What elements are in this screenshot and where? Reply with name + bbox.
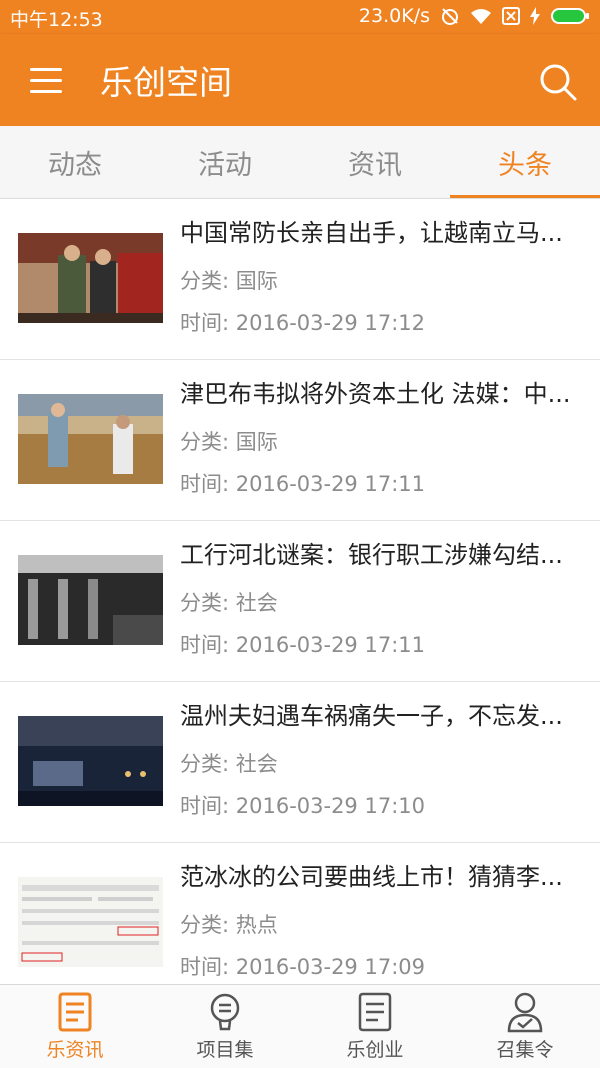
tab-info[interactable]: 资讯: [300, 126, 450, 198]
news-category: 分类: 国际: [180, 430, 278, 454]
news-item[interactable]: 工行河北谜案：银行职工涉嫌勾结... 分类: 社会 时间: 2016-03-29…: [0, 521, 600, 682]
news-time: 时间: 2016-03-29 17:12: [180, 311, 425, 335]
news-item[interactable]: 津巴布韦拟将外资本土化 法媒：中... 分类: 国际 时间: 2016-03-2…: [0, 360, 600, 521]
nav-projects-label: 项目集: [196, 1039, 254, 1061]
bottom-nav: 乐资讯 项目集 乐创业 召集令: [0, 984, 600, 1068]
news-title: 中国常防长亲自出手，让越南立马...: [180, 219, 563, 247]
menu-button[interactable]: [30, 68, 62, 94]
news-category: 分类: 热点: [180, 913, 278, 937]
news-title: 范冰冰的公司要曲线上市！猜猜李...: [180, 863, 563, 891]
news-thumbnail: [18, 233, 163, 323]
news-time: 时间: 2016-03-29 17:11: [180, 633, 425, 657]
alarm-off-icon: [442, 8, 458, 25]
nav-startup-label: 乐创业: [346, 1039, 404, 1061]
news-title: 温州夫妇遇车祸痛失一子，不忘发...: [180, 702, 563, 730]
category-tabs: 动态 活动 资讯 头条: [0, 126, 600, 199]
no-sim-icon: [502, 7, 520, 25]
news-list: 中国常防长亲自出手，让越南立马... 分类: 国际 时间: 2016-03-29…: [0, 199, 600, 984]
news-thumbnail: [18, 716, 163, 806]
nav-call-label: 召集令: [496, 1039, 554, 1061]
nav-news-label: 乐资讯: [46, 1039, 104, 1061]
news-title: 津巴布韦拟将外资本土化 法媒：中...: [180, 380, 571, 408]
charging-icon: [530, 7, 540, 25]
tab-headlines[interactable]: 头条: [450, 126, 600, 198]
news-time: 时间: 2016-03-29 17:10: [180, 794, 425, 818]
app-title: 乐创空间: [100, 63, 232, 102]
news-category: 分类: 社会: [180, 752, 278, 776]
user-check-icon: [507, 992, 543, 1033]
nav-startup[interactable]: 乐创业: [300, 985, 450, 1068]
lightbulb-icon: [210, 993, 240, 1031]
news-item[interactable]: 中国常防长亲自出手，让越南立马... 分类: 国际 时间: 2016-03-29…: [0, 199, 600, 360]
document-icon: [358, 992, 392, 1032]
news-thumbnail: [18, 877, 163, 967]
news-time: 时间: 2016-03-29 17:09: [180, 955, 425, 979]
news-time: 时间: 2016-03-29 17:11: [180, 472, 425, 496]
tab-activity[interactable]: 活动: [150, 126, 300, 198]
app-bar: 乐创空间: [0, 34, 600, 126]
nav-news[interactable]: 乐资讯: [0, 985, 150, 1068]
status-bar: 中午12:53 23.0K/s: [0, 0, 600, 34]
network-speed: 23.0K/s: [358, 5, 430, 27]
news-thumbnail: [18, 555, 163, 645]
search-icon[interactable]: [538, 62, 578, 102]
news-category: 分类: 国际: [180, 269, 278, 293]
news-item[interactable]: 范冰冰的公司要曲线上市！猜猜李... 分类: 热点 时间: 2016-03-29…: [0, 843, 600, 984]
news-doc-icon: [58, 992, 92, 1032]
news-item[interactable]: 温州夫妇遇车祸痛失一子，不忘发... 分类: 社会 时间: 2016-03-29…: [0, 682, 600, 843]
news-category: 分类: 社会: [180, 591, 278, 615]
news-thumbnail: [18, 394, 163, 484]
tab-dynamic[interactable]: 动态: [0, 126, 150, 198]
battery-icon: [551, 8, 589, 24]
wifi-icon: [471, 9, 491, 24]
status-time: 中午12:53: [10, 9, 103, 31]
nav-call[interactable]: 召集令: [450, 985, 600, 1068]
nav-projects[interactable]: 项目集: [150, 985, 300, 1068]
news-title: 工行河北谜案：银行职工涉嫌勾结...: [180, 541, 563, 569]
